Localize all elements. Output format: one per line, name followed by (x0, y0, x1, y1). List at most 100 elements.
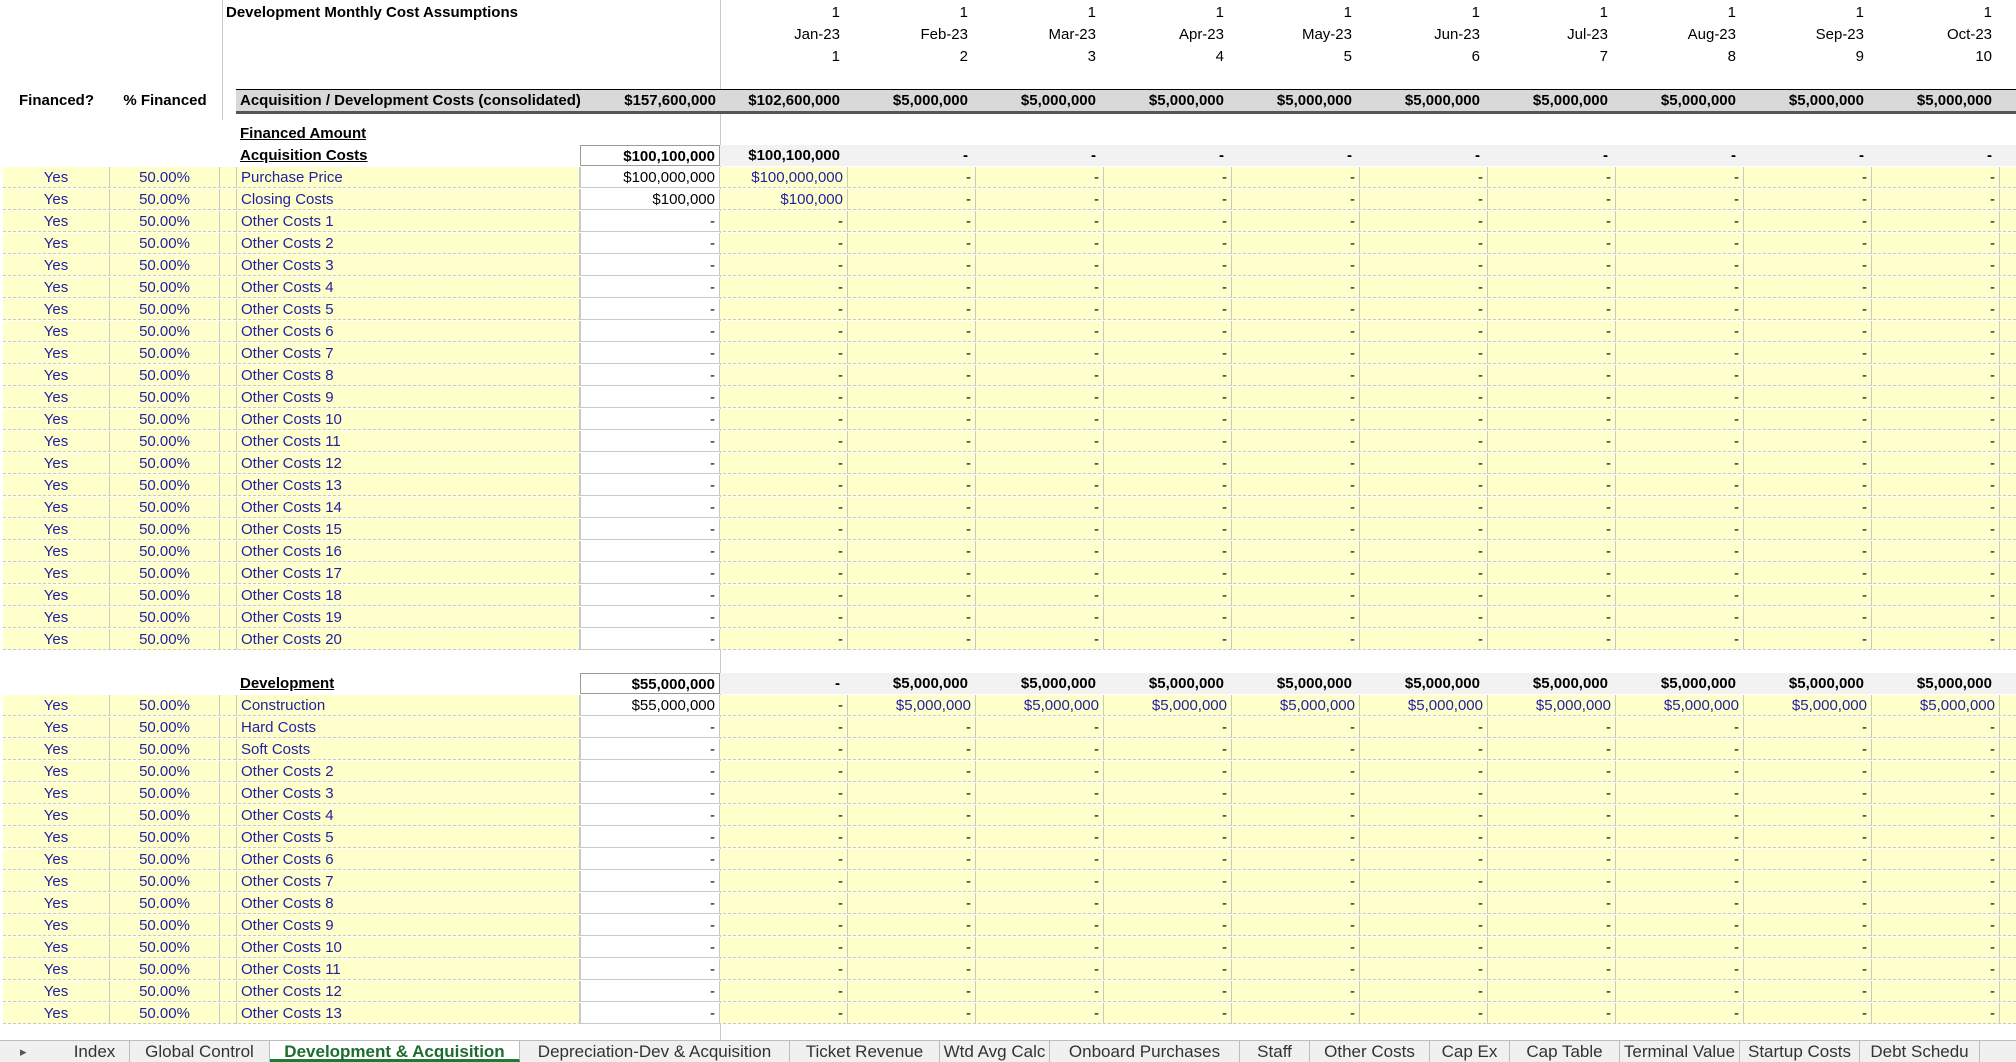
month-cost-input[interactable]: - (1232, 849, 1360, 870)
month-cost-input[interactable]: - (1744, 783, 1872, 804)
financed-flag-input[interactable]: Yes (3, 255, 110, 276)
month-cost-input[interactable]: - (848, 717, 976, 738)
cost-name-input[interactable]: Other Costs 11 (236, 431, 580, 452)
month-cost-input[interactable]: - (1104, 893, 1232, 914)
month-cost-input[interactable]: - (1872, 255, 2000, 276)
month-cost-input[interactable]: - (1744, 849, 1872, 870)
month-cost-input[interactable]: - (1872, 497, 2000, 518)
month-cost-input[interactable]: - (720, 233, 848, 254)
month-cost-input[interactable]: - (848, 387, 976, 408)
month-cost-input[interactable]: - (1872, 167, 2000, 188)
month-cost-input[interactable]: - (848, 277, 976, 298)
month-cost-input[interactable]: - (1488, 497, 1616, 518)
cost-name-input[interactable]: Other Costs 4 (236, 277, 580, 298)
month-cost-input[interactable]: - (1616, 563, 1744, 584)
cost-name-input[interactable]: Other Costs 2 (236, 233, 580, 254)
month-cost-input[interactable]: - (720, 959, 848, 980)
cost-name-input[interactable]: Other Costs 1 (236, 211, 580, 232)
sheet-tab[interactable]: Ticket Revenue (790, 1041, 940, 1062)
pct-financed-input[interactable]: 50.00% (110, 849, 220, 870)
month-cost-input[interactable]: - (848, 915, 976, 936)
month-cost-input[interactable]: - (1488, 343, 1616, 364)
month-cost-input[interactable]: - (848, 761, 976, 782)
pct-financed-input[interactable]: 50.00% (110, 299, 220, 320)
month-cost-input[interactable]: - (1616, 585, 1744, 606)
month-cost-input[interactable]: - (1872, 585, 2000, 606)
cost-name-input[interactable]: Other Costs 20 (236, 629, 580, 650)
month-cost-input[interactable]: $100,000 (720, 189, 848, 210)
month-cost-input[interactable]: - (1232, 563, 1360, 584)
month-cost-input[interactable]: - (1104, 277, 1232, 298)
month-cost-input[interactable]: - (1616, 959, 1744, 980)
month-cost-input[interactable]: - (1488, 277, 1616, 298)
month-cost-input[interactable]: - (1232, 629, 1360, 650)
month-cost-input[interactable]: - (976, 365, 1104, 386)
month-cost-input[interactable]: - (1744, 893, 1872, 914)
financed-flag-input[interactable]: Yes (3, 167, 110, 188)
month-cost-input[interactable]: - (1232, 607, 1360, 628)
month-cost-input[interactable]: - (1744, 1003, 1872, 1024)
pct-financed-input[interactable]: 50.00% (110, 409, 220, 430)
month-cost-input[interactable]: - (1232, 827, 1360, 848)
month-cost-input[interactable]: - (1232, 805, 1360, 826)
financed-flag-input[interactable]: Yes (3, 739, 110, 760)
sheet-tab[interactable]: Cap Ex (1430, 1041, 1510, 1062)
month-cost-input[interactable]: - (1488, 563, 1616, 584)
pct-financed-input[interactable]: 50.00% (110, 1003, 220, 1024)
month-cost-input[interactable]: $5,000,000 (848, 695, 976, 716)
month-cost-input[interactable]: - (848, 189, 976, 210)
month-cost-input[interactable]: - (848, 409, 976, 430)
month-cost-input[interactable]: - (1232, 783, 1360, 804)
pct-financed-input[interactable]: 50.00% (110, 431, 220, 452)
month-cost-input[interactable]: - (1744, 299, 1872, 320)
pct-financed-input[interactable]: 50.00% (110, 255, 220, 276)
month-cost-input[interactable]: - (1616, 937, 1744, 958)
month-cost-input[interactable]: - (720, 607, 848, 628)
month-cost-input[interactable]: - (848, 431, 976, 452)
month-cost-input[interactable]: - (1872, 739, 2000, 760)
cost-name-input[interactable]: Other Costs 16 (236, 541, 580, 562)
month-cost-input[interactable]: - (1616, 717, 1744, 738)
month-cost-input[interactable]: - (1616, 629, 1744, 650)
month-cost-input[interactable]: - (1104, 585, 1232, 606)
financed-flag-input[interactable]: Yes (3, 343, 110, 364)
month-cost-input[interactable]: - (1616, 893, 1744, 914)
month-cost-input[interactable]: - (1744, 717, 1872, 738)
month-cost-input[interactable]: - (1104, 365, 1232, 386)
month-cost-input[interactable]: - (1616, 343, 1744, 364)
sheet-tab[interactable]: Staff (1240, 1041, 1310, 1062)
month-cost-input[interactable]: - (1616, 739, 1744, 760)
financed-flag-input[interactable]: Yes (3, 409, 110, 430)
month-cost-input[interactable]: - (1744, 915, 1872, 936)
month-cost-input[interactable]: - (976, 453, 1104, 474)
month-cost-input[interactable]: - (1872, 959, 2000, 980)
month-cost-input[interactable]: - (1488, 453, 1616, 474)
month-cost-input[interactable]: - (1360, 167, 1488, 188)
financed-flag-input[interactable]: Yes (3, 387, 110, 408)
financed-flag-input[interactable]: Yes (3, 541, 110, 562)
month-cost-input[interactable]: - (1232, 211, 1360, 232)
financed-flag-input[interactable]: Yes (3, 497, 110, 518)
month-cost-input[interactable]: - (720, 805, 848, 826)
month-cost-input[interactable]: - (720, 783, 848, 804)
month-cost-input[interactable]: - (1104, 167, 1232, 188)
month-cost-input[interactable]: - (1488, 189, 1616, 210)
month-cost-input[interactable]: - (1488, 365, 1616, 386)
month-cost-input[interactable]: - (1744, 409, 1872, 430)
month-cost-input[interactable]: - (976, 761, 1104, 782)
pct-financed-input[interactable]: 50.00% (110, 343, 220, 364)
month-cost-input[interactable]: - (1104, 497, 1232, 518)
month-cost-input[interactable]: - (1360, 475, 1488, 496)
pct-financed-input[interactable]: 50.00% (110, 717, 220, 738)
pct-financed-input[interactable]: 50.00% (110, 497, 220, 518)
cost-name-input[interactable]: Other Costs 12 (236, 981, 580, 1002)
month-cost-input[interactable]: - (1360, 277, 1488, 298)
pct-financed-input[interactable]: 50.00% (110, 321, 220, 342)
month-cost-input[interactable]: - (976, 211, 1104, 232)
pct-financed-input[interactable]: 50.00% (110, 233, 220, 254)
month-cost-input[interactable]: - (976, 871, 1104, 892)
cost-name-input[interactable]: Other Costs 18 (236, 585, 580, 606)
month-cost-input[interactable]: - (848, 959, 976, 980)
month-cost-input[interactable]: - (1104, 233, 1232, 254)
pct-financed-input[interactable]: 50.00% (110, 783, 220, 804)
